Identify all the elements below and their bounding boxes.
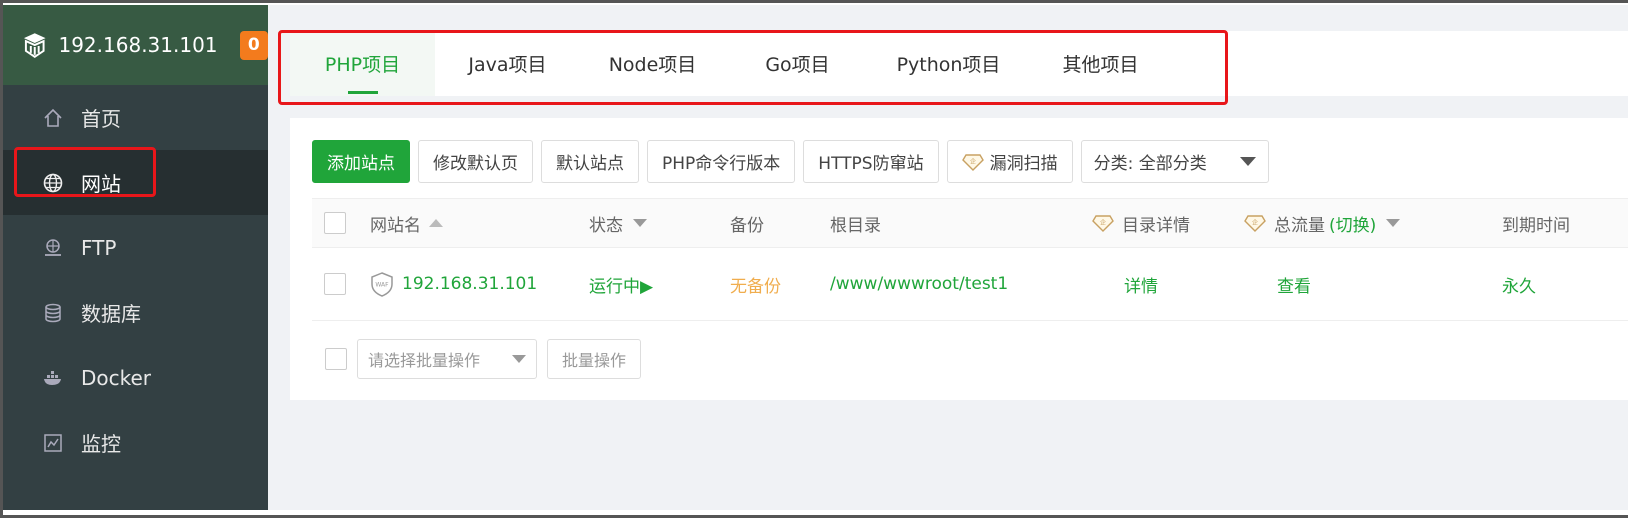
svg-text:企: 企 <box>1100 219 1106 227</box>
site-root-dir[interactable]: /www/wwwroot/test1 <box>830 274 1008 294</box>
batch-select-all-checkbox[interactable] <box>325 348 347 370</box>
header-dir-details: 企 目录详情 <box>1092 211 1190 236</box>
sidebar-header: 192.168.31.101 0 <box>3 5 268 85</box>
sidebar-item-ftp[interactable]: FTP <box>3 215 268 280</box>
sidebar: 192.168.31.101 0 首页 网站 FTP 数据库 Docker 监控 <box>3 5 268 510</box>
sort-up-icon <box>429 219 443 227</box>
home-icon <box>41 106 65 130</box>
add-site-button[interactable]: 添加站点 <box>312 140 410 183</box>
main-content: PHP项目 Java项目 Node项目 Go项目 Python项目 其他项目 添… <box>268 5 1628 510</box>
header-label: 到期时间 <box>1502 215 1570 236</box>
docker-icon <box>41 366 65 390</box>
category-select-value: 分类: 全部分类 <box>1093 154 1207 174</box>
header-label: 目录详情 <box>1122 215 1190 236</box>
sidebar-item-label: 网站 <box>81 172 121 196</box>
vuln-scan-button[interactable]: 企 漏洞扫描 <box>946 140 1073 183</box>
select-all-col <box>324 212 346 234</box>
batch-operation-button[interactable]: 批量操作 <box>547 339 642 379</box>
enterprise-gem-icon: 企 <box>961 153 984 171</box>
row-checkbox[interactable] <box>324 273 346 295</box>
sidebar-item-label: 数据库 <box>81 302 141 326</box>
vuln-scan-label: 漏洞扫描 <box>989 154 1058 174</box>
waf-shield-icon[interactable]: WAF <box>370 271 394 297</box>
php-cli-version-button[interactable]: PHP命令行版本 <box>647 140 796 183</box>
category-select[interactable]: 分类: 全部分类 <box>1080 140 1269 183</box>
site-name-cell: WAF 192.168.31.101 <box>370 271 537 297</box>
site-backup[interactable]: 无备份 <box>730 272 781 297</box>
row-select-col <box>324 273 346 295</box>
chevron-down-icon <box>1386 219 1401 227</box>
default-site-button[interactable]: 默认站点 <box>541 140 639 183</box>
sidebar-item-label: Docker <box>81 365 152 390</box>
server-ip: 192.168.31.101 <box>58 33 218 57</box>
batch-select-placeholder: 请选择批量操作 <box>368 351 481 370</box>
ftp-icon <box>41 236 65 260</box>
sidebar-item-monitor[interactable]: 监控 <box>3 410 268 475</box>
table-row: WAF 192.168.31.101 运行中▶ 无备份 /www/wwwroot… <box>312 248 1628 321</box>
header-label: 根目录 <box>830 215 881 236</box>
header-total-traffic[interactable]: 企 总流量 (切换) <box>1244 211 1401 236</box>
tab-python[interactable]: Python项目 <box>870 31 1027 96</box>
tab-php[interactable]: PHP项目 <box>290 31 435 96</box>
tab-go[interactable]: Go项目 <box>725 31 870 96</box>
svg-text:企: 企 <box>1252 219 1258 227</box>
page: 192.168.31.101 0 首页 网站 FTP 数据库 Docker 监控… <box>3 5 1628 510</box>
chevron-down-icon <box>633 219 647 227</box>
notification-badge[interactable]: 0 <box>239 30 268 60</box>
traffic-switch-link[interactable]: (切换) <box>1329 211 1376 236</box>
toolbar: 添加站点 修改默认页 默认站点 PHP命令行版本 HTTPS防窜站 企 漏洞扫描… <box>312 140 1269 183</box>
select-all-checkbox[interactable] <box>324 212 346 234</box>
header-label: 总流量 <box>1274 215 1325 236</box>
header-site-name[interactable]: 网站名 <box>370 211 443 236</box>
sidebar-item-label: 监控 <box>81 432 121 456</box>
table-header: 网站名 状态 备份 根目录 企 目录详情 企 总流量 (切换) 到期时间 <box>312 198 1628 248</box>
site-list-card: 添加站点 修改默认页 默认站点 PHP命令行版本 HTTPS防窜站 企 漏洞扫描… <box>290 118 1628 400</box>
header-label: 状态 <box>589 215 623 236</box>
header-label: 网站名 <box>370 215 421 236</box>
dir-details-link[interactable]: 详情 <box>1124 272 1158 297</box>
sidebar-item-label: 首页 <box>81 107 121 131</box>
database-icon <box>41 301 65 325</box>
server-logo-icon <box>23 33 46 58</box>
header-expiry[interactable]: 到期时间 <box>1502 211 1570 236</box>
edit-default-page-button[interactable]: 修改默认页 <box>418 140 533 183</box>
enterprise-gem-icon: 企 <box>1244 215 1266 232</box>
chevron-down-icon <box>512 355 526 363</box>
header-label: 备份 <box>730 215 764 236</box>
sidebar-item-label: FTP <box>81 235 117 260</box>
sidebar-item-database[interactable]: 数据库 <box>3 280 268 345</box>
site-name-link[interactable]: 192.168.31.101 <box>402 274 537 294</box>
https-anti-intrusion-button[interactable]: HTTPS防窜站 <box>803 140 939 183</box>
site-status[interactable]: 运行中▶ <box>589 272 653 297</box>
traffic-view-link[interactable]: 查看 <box>1277 272 1311 297</box>
globe-icon <box>41 171 65 195</box>
site-table: 网站名 状态 备份 根目录 企 目录详情 企 总流量 (切换) 到期时间 WAF… <box>312 198 1628 321</box>
batch-operation-select[interactable]: 请选择批量操作 <box>357 339 537 379</box>
header-backup: 备份 <box>730 211 764 236</box>
tab-node[interactable]: Node项目 <box>580 31 725 96</box>
tab-other[interactable]: 其他项目 <box>1027 31 1174 96</box>
tab-java[interactable]: Java项目 <box>435 31 580 96</box>
sidebar-item-docker[interactable]: Docker <box>3 345 268 410</box>
header-root-dir: 根目录 <box>830 211 881 236</box>
sidebar-item-website[interactable]: 网站 <box>3 150 268 215</box>
waf-label: WAF <box>375 282 389 289</box>
sidebar-item-home[interactable]: 首页 <box>3 85 268 150</box>
site-expiry[interactable]: 永久 <box>1502 272 1536 297</box>
monitor-icon <box>41 431 65 455</box>
batch-operations: 请选择批量操作 批量操作 <box>325 339 642 379</box>
chevron-down-icon <box>1239 157 1256 166</box>
enterprise-gem-icon: 企 <box>1092 215 1114 232</box>
project-tabs: PHP项目 Java项目 Node项目 Go项目 Python项目 其他项目 <box>290 31 1628 96</box>
svg-text:企: 企 <box>970 157 976 165</box>
header-status[interactable]: 状态 <box>589 211 647 236</box>
